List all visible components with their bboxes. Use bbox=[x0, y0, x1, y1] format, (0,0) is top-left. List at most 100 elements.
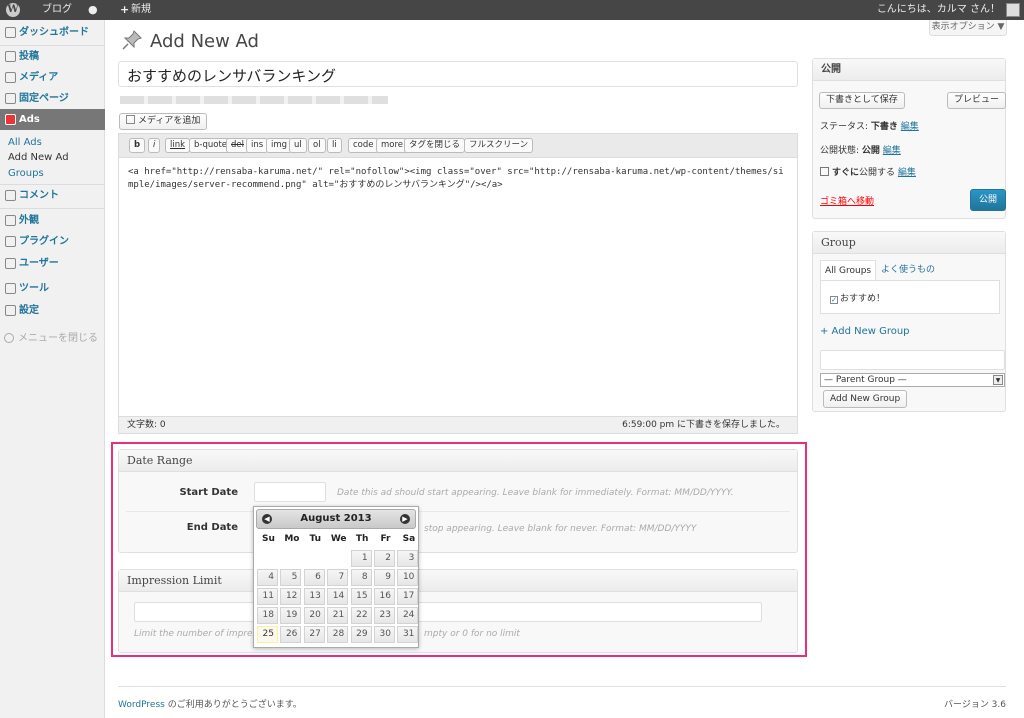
sidebar-item-tools[interactable]: ツール bbox=[0, 278, 105, 299]
add-new-group-button[interactable]: Add New Group bbox=[823, 390, 908, 408]
sidebar-item-label: コメント bbox=[19, 190, 59, 201]
checkbox-checked-icon[interactable]: ✓ bbox=[830, 296, 838, 304]
sidebar-item-dashboard[interactable]: ダッシュボード bbox=[0, 22, 105, 43]
parent-group-select[interactable]: — Parent Group — ▼ bbox=[820, 373, 1005, 387]
sidebar-item-label: Ads bbox=[19, 114, 40, 125]
wordpress-logo-icon[interactable]: W bbox=[6, 3, 20, 17]
adminbar-new-link[interactable]: 新規 bbox=[131, 0, 151, 20]
sidebar-item-appearance[interactable]: 外観 bbox=[0, 210, 105, 231]
footer-version: バージョン 3.6 bbox=[944, 700, 1006, 710]
sidebar-item-pages[interactable]: 固定ページ bbox=[0, 88, 105, 109]
publish-heading: 公開 bbox=[813, 59, 1005, 81]
add-new-group-link[interactable]: + Add New Group bbox=[820, 326, 910, 337]
plus-icon: + bbox=[120, 3, 130, 16]
status-value: 下書き bbox=[870, 122, 898, 132]
tab-most-used[interactable]: よく使うもの bbox=[877, 260, 939, 280]
collapse-menu-label: メニューを閉じる bbox=[18, 333, 98, 344]
status-line: ステータス: 下書き 編集 bbox=[820, 119, 919, 132]
editor-textarea[interactable]: <a href="http://rensaba-karuma.net/" rel… bbox=[128, 166, 788, 192]
page-title: Add New Ad bbox=[150, 31, 259, 52]
new-group-name-input[interactable] bbox=[820, 350, 1005, 370]
group-item-label: おすすめ！ bbox=[840, 294, 886, 304]
add-media-label: メディアを追加 bbox=[138, 116, 201, 126]
quicktag-link-button[interactable]: link bbox=[165, 138, 191, 153]
save-draft-button[interactable]: 下書きとして保存 bbox=[819, 92, 905, 109]
group-box: Group All Groups よく使うもの ✓ おすすめ！ + Add New… bbox=[812, 231, 1006, 412]
submenu-all-ads[interactable]: All Ads bbox=[8, 137, 42, 148]
sidebar-item-label: メディア bbox=[19, 72, 59, 83]
quicktag-fullscreen-button[interactable]: フルスクリーン bbox=[464, 138, 534, 153]
quicktag-ul-button[interactable]: ul bbox=[289, 138, 307, 153]
sidebar-item-ads[interactable]: Ads bbox=[0, 109, 105, 130]
schedule-line: すぐに公開する 編集 bbox=[820, 165, 916, 178]
quicktag-ol-button[interactable]: ol bbox=[308, 138, 326, 153]
tab-all-groups[interactable]: All Groups bbox=[820, 260, 877, 280]
comment-icon bbox=[5, 190, 16, 201]
appearance-icon bbox=[5, 215, 16, 226]
screen-options-button[interactable]: 表示オプション ▼ bbox=[929, 20, 1007, 36]
word-count: 文字数: 0 bbox=[127, 420, 166, 430]
edit-status-link[interactable]: 編集 bbox=[901, 122, 919, 132]
page-icon bbox=[5, 93, 16, 104]
adminbar-greeting[interactable]: こんにちは、カルマ さん！ bbox=[877, 0, 1000, 20]
quicktag-code-button[interactable]: code bbox=[348, 138, 379, 153]
settings-icon bbox=[5, 305, 16, 316]
sidebar-item-comments[interactable]: コメント bbox=[0, 185, 105, 206]
sidebar-item-label: プラグイン bbox=[19, 236, 69, 247]
ads-icon bbox=[5, 114, 16, 125]
visibility-label: 公開状態: bbox=[820, 146, 862, 156]
parent-group-value: — Parent Group — bbox=[824, 375, 907, 385]
quicktag-li-button[interactable]: li bbox=[327, 138, 342, 153]
dashboard-icon bbox=[5, 27, 16, 38]
sidebar-item-label: ユーザー bbox=[19, 258, 59, 269]
comment-bubble-icon[interactable]: ● bbox=[88, 0, 98, 20]
collapse-menu-button[interactable]: メニューを閉じる bbox=[4, 329, 98, 344]
submenu-groups[interactable]: Groups bbox=[8, 168, 44, 179]
sidebar-item-settings[interactable]: 設定 bbox=[0, 300, 105, 321]
sidebar-item-label: 外観 bbox=[19, 215, 39, 226]
visibility-line: 公開状態: 公開 編集 bbox=[820, 143, 901, 156]
visibility-value: 公開 bbox=[861, 146, 880, 156]
sidebar-item-label: 固定ページ bbox=[19, 93, 69, 104]
users-icon bbox=[5, 258, 16, 269]
quicktag-bold-button[interactable]: b bbox=[129, 138, 146, 153]
sidebar-item-plugins[interactable]: プラグイン bbox=[0, 231, 105, 252]
group-checkbox-item[interactable]: ✓ おすすめ！ bbox=[830, 291, 885, 304]
sidebar-item-users[interactable]: ユーザー bbox=[0, 253, 105, 274]
footer-credit: WordPress のご利用ありがとうございます。 bbox=[118, 697, 302, 710]
text-editor: b i link b-quote del ins img ul ol li co… bbox=[118, 133, 798, 434]
admin-sidebar: ダッシュボード 投稿 メディア 固定ページ Ads All Ads Add Ne… bbox=[0, 20, 105, 718]
avatar[interactable] bbox=[1006, 3, 1020, 17]
preview-button[interactable]: プレビュー bbox=[947, 92, 1007, 109]
pushpin-icon bbox=[122, 30, 142, 50]
admin-bar: W ブログ ● + 新規 こんにちは、カルマ さん！ bbox=[0, 0, 1024, 20]
status-label: ステータス: bbox=[820, 122, 871, 132]
group-checklist: ✓ おすすめ！ bbox=[820, 280, 1000, 314]
sidebar-item-media[interactable]: メディア bbox=[0, 67, 105, 88]
sidebar-item-posts[interactable]: 投稿 bbox=[0, 46, 105, 67]
publish-button[interactable]: 公開 bbox=[970, 189, 1006, 211]
sidebar-item-label: 投稿 bbox=[19, 51, 39, 62]
quicktag-close-tags-button[interactable]: タグを閉じる bbox=[404, 138, 466, 153]
highlight-annotation-frame bbox=[111, 442, 807, 657]
title-input[interactable]: おすすめのレンサバランキング bbox=[118, 61, 798, 87]
sidebar-item-label: ツール bbox=[19, 283, 49, 294]
tools-icon bbox=[5, 283, 16, 294]
submenu-add-new-ad[interactable]: Add New Ad bbox=[8, 152, 69, 163]
add-media-button[interactable]: メディアを追加 bbox=[119, 113, 208, 130]
quicktag-italic-button[interactable]: i bbox=[148, 138, 161, 153]
move-to-trash-link[interactable]: ゴミ箱へ移動 bbox=[820, 194, 874, 207]
dropdown-arrow-icon: ▼ bbox=[993, 375, 1003, 385]
wordpress-link[interactable]: WordPress bbox=[118, 700, 165, 710]
edit-visibility-link[interactable]: 編集 bbox=[883, 146, 901, 156]
quicktag-ins-button[interactable]: ins bbox=[246, 138, 269, 153]
adminbar-blog-link[interactable]: ブログ bbox=[42, 0, 72, 20]
calendar-icon bbox=[820, 167, 829, 176]
edit-schedule-link[interactable]: 編集 bbox=[898, 168, 916, 178]
collapse-icon bbox=[4, 333, 14, 343]
permalink-redacted bbox=[120, 96, 388, 104]
editor-status-bar: 文字数: 0 6:59:00 pm に下書きを保存しました。 bbox=[119, 416, 797, 433]
footer-thanks: のご利用ありがとうございます。 bbox=[164, 700, 302, 710]
schedule-suffix: 公開する bbox=[859, 168, 896, 178]
group-heading: Group bbox=[813, 232, 1005, 254]
